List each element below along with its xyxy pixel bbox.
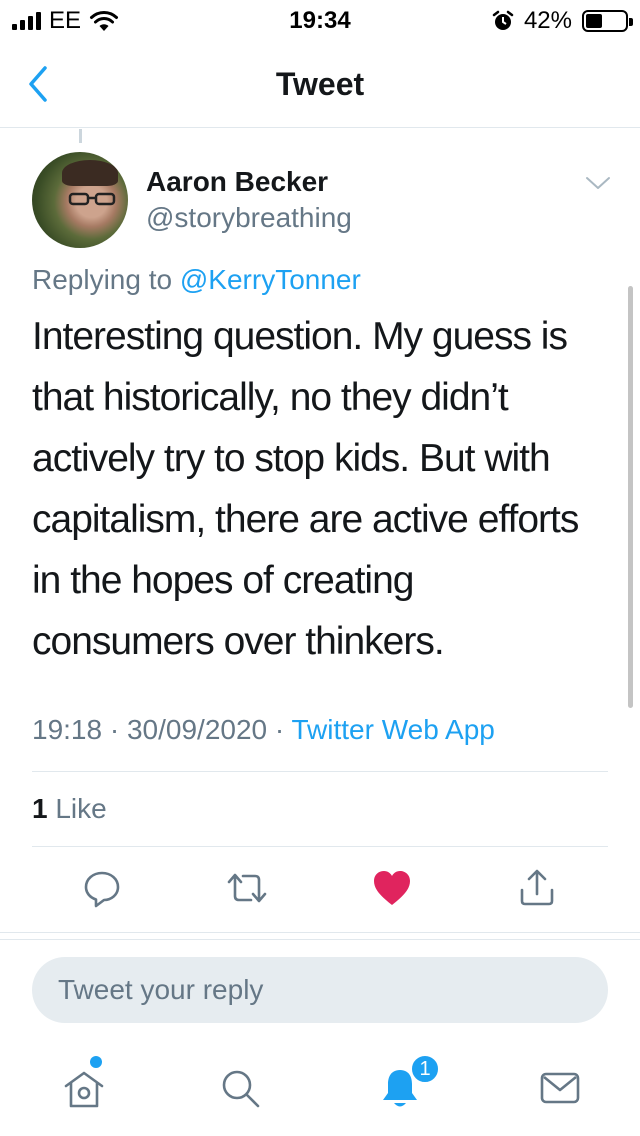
share-icon [520,869,554,906]
reply-composer[interactable] [32,957,608,1023]
home-unread-dot [90,1056,102,1068]
scrollbar[interactable] [628,286,633,708]
like-count-label: Like [55,793,107,824]
reply-button[interactable] [80,866,124,910]
replying-to: Replying to @KerryTonner [32,264,361,296]
status-right: 42% [492,6,633,36]
tweet-text: Interesting question. My guess is that h… [32,306,612,672]
tweet-text-line: in the hopes of creating [32,559,414,602]
author-avatar[interactable] [32,152,128,248]
tab-messages[interactable] [534,1062,586,1114]
reply-icon [84,871,120,908]
thread-connector-line [79,129,82,143]
notifications-badge: 1 [410,1054,440,1084]
tweet-text-line: that historically, no they didn’t [32,376,509,419]
back-button[interactable] [18,62,58,106]
divider [32,771,608,772]
replying-to-mention[interactable]: @KerryTonner [180,264,361,295]
battery-icon [582,10,633,32]
section-divider [0,939,640,940]
search-icon [222,1070,260,1108]
tweet-meta: 19:18 · 30/09/2020 · Twitter Web App [32,714,495,746]
signal-icon [12,12,41,30]
tweet-date: 30/09/2020 [126,714,268,745]
more-options-button[interactable] [580,168,616,198]
replying-prefix: Replying to [32,264,173,295]
battery-level-fill [586,14,602,28]
meta-separator: · [109,714,120,745]
reply-input[interactable] [32,957,608,1023]
like-button[interactable] [370,866,414,910]
avatar-glasses [68,192,116,206]
share-button[interactable] [515,866,559,910]
nav-bar: Tweet [0,40,640,128]
battery-percent: 42% [523,7,572,34]
avatar-hair [62,160,118,186]
home-icon [64,1071,104,1108]
divider [32,846,608,847]
page-title: Tweet [275,66,365,102]
author-name[interactable]: Aaron Becker [146,166,328,198]
tweet-text-line: Interesting question. My guess is [32,315,568,358]
tab-home[interactable] [58,1062,110,1114]
chevron-down-icon [586,177,610,189]
alarm-icon [492,10,514,30]
section-divider [0,932,640,933]
wifi-icon [90,10,119,31]
tweet-text-line: capitalism, there are active efforts [32,498,579,541]
author-handle[interactable]: @storybreathing [146,202,352,234]
meta-separator: · [274,714,285,745]
tweet-text-line: consumers over thinkers. [32,620,445,663]
battery-nub [629,18,633,26]
messages-icon [540,1072,580,1104]
retweet-icon [227,873,267,903]
tab-search[interactable] [214,1062,266,1114]
tweet-text-line: actively try to stop kids. But with [32,437,551,480]
tweet-time: 19:18 [32,714,103,745]
carrier-name: EE [49,7,82,34]
likes-count[interactable]: 1 Like [32,793,107,825]
heart-icon [374,871,410,905]
status-left: EE [12,6,119,36]
retweet-button[interactable] [225,866,269,910]
status-bar: EE 19:34 42% [0,0,640,40]
chevron-left-icon [29,66,47,102]
tweet-source-link[interactable]: Twitter Web App [292,714,495,745]
like-count-number: 1 [32,793,48,824]
